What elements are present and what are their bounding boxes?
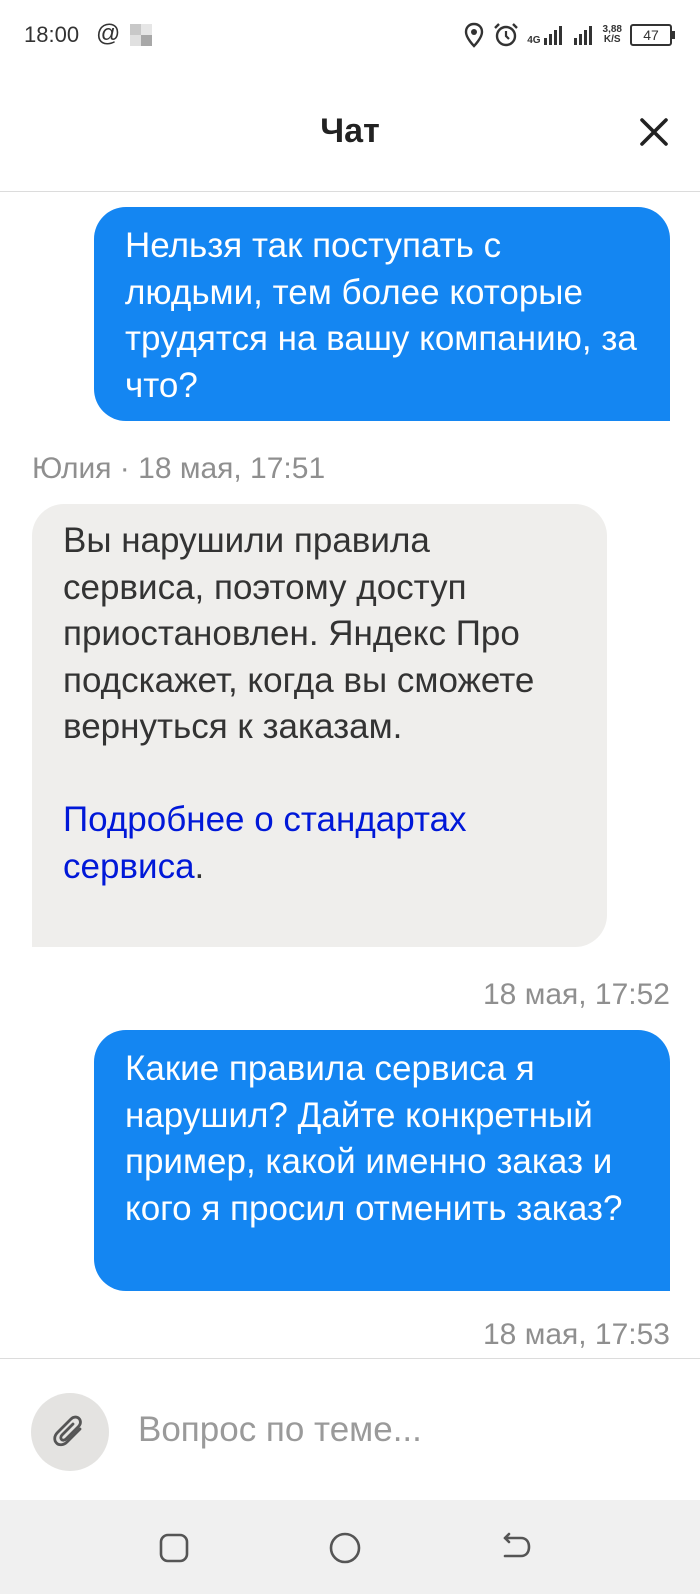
battery-icon: 47 — [630, 24, 675, 46]
back-icon — [503, 1532, 531, 1558]
at-icon: @ — [96, 20, 121, 47]
recent-apps-icon — [159, 1533, 189, 1563]
service-standards-link[interactable]: Подробнее о стандартах сервиса — [63, 800, 467, 886]
location-icon — [464, 22, 484, 48]
signal-4g-icon: 4G — [527, 24, 564, 46]
message-text: Вы нарушили правила сервиса, поэтому дос… — [63, 521, 535, 746]
message-list[interactable]: Нельзя так поступать с людьми, тем более… — [0, 192, 700, 1358]
speed-unit: K/S — [603, 34, 621, 45]
message-composer — [0, 1358, 700, 1501]
paperclip-icon — [53, 1415, 82, 1447]
status-bar: 18:00 @ 4G 3,88 K/S 47 — [0, 0, 700, 70]
message-text: Нельзя так поступать с людьми, тем более… — [125, 226, 637, 405]
close-icon — [640, 118, 668, 146]
home-icon — [329, 1532, 361, 1564]
message-bubble-incoming[interactable]: Вы нарушили правила сервиса, поэтому дос… — [32, 504, 607, 947]
network-type: 4G — [527, 35, 541, 46]
link-suffix: . — [194, 846, 205, 886]
notification-thumbnail-icon — [130, 24, 152, 46]
message-bubble-outgoing[interactable]: Какие правила сервиса я нарушил? Дайте к… — [94, 1030, 670, 1291]
alarm-icon — [494, 23, 519, 47]
system-navigation-bar — [0, 1500, 700, 1594]
page-title: Чат — [320, 112, 380, 150]
status-time: 18:00 — [24, 22, 80, 47]
home-button[interactable] — [325, 1528, 365, 1568]
recent-apps-button[interactable] — [155, 1528, 195, 1568]
chat-header: Чат — [0, 70, 700, 192]
message-text: Какие правила сервиса я нарушил? Дайте к… — [125, 1049, 623, 1228]
network-speed: 3,88 K/S — [603, 25, 622, 45]
message-meta: 18 мая, 17:52 — [482, 978, 670, 1011]
message-bubble-outgoing[interactable]: Нельзя так поступать с людьми, тем более… — [94, 207, 670, 421]
message-meta: Юлия · 18 мая, 17:51 — [32, 452, 326, 485]
back-button[interactable] — [495, 1528, 535, 1568]
message-input[interactable] — [138, 1397, 658, 1463]
signal-icon — [573, 26, 592, 45]
message-meta: 18 мая, 17:53 — [482, 1318, 670, 1351]
status-icons: 4G 3,88 K/S 47 — [463, 20, 675, 50]
attach-button[interactable] — [31, 1393, 109, 1471]
close-button[interactable] — [634, 112, 674, 152]
